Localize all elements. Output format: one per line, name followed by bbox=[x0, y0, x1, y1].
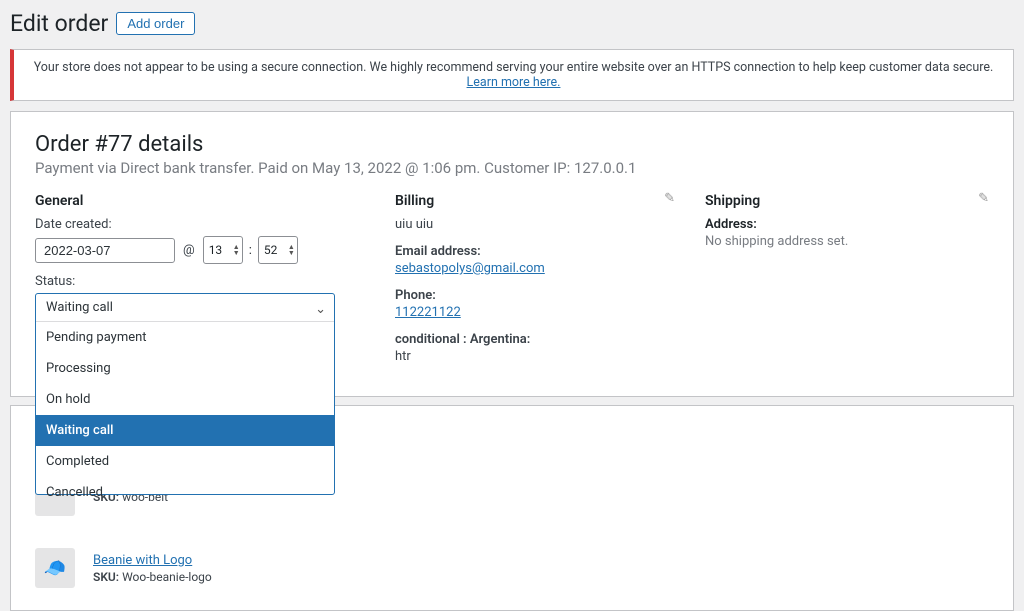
edit-shipping-icon[interactable]: ✎ bbox=[978, 191, 989, 206]
order-item-row: 🧢 Beanie with Logo SKU: Woo-beanie-logo bbox=[35, 538, 989, 592]
date-created-label: Date created: bbox=[35, 217, 365, 232]
date-created-input[interactable] bbox=[35, 238, 175, 263]
order-title: Order #77 details bbox=[35, 132, 989, 157]
shipping-address-value: No shipping address set. bbox=[705, 234, 848, 249]
product-name-link[interactable]: Beanie with Logo bbox=[93, 553, 212, 568]
billing-email-label: Email address: bbox=[395, 244, 675, 259]
minute-stepper[interactable]: 52 ▲▼ bbox=[258, 236, 298, 264]
order-panel: Order #77 details Payment via Direct ban… bbox=[10, 111, 1014, 397]
billing-phone-link[interactable]: 112221122 bbox=[395, 305, 461, 320]
status-select-head[interactable]: Waiting call ⌄ bbox=[36, 294, 334, 322]
chevron-down-icon: ⌄ bbox=[315, 302, 326, 317]
status-option-completed[interactable]: Completed bbox=[36, 446, 334, 477]
status-label: Status: bbox=[35, 274, 365, 289]
add-order-button[interactable]: Add order bbox=[116, 12, 195, 35]
status-select[interactable]: Waiting call ⌄ Pending payment Processin… bbox=[35, 293, 335, 495]
at-symbol: @ bbox=[179, 243, 199, 258]
status-option-cancelled[interactable]: Cancelled bbox=[36, 477, 334, 500]
billing-phone-label: Phone: bbox=[395, 288, 675, 303]
security-notice: Your store does not appear to be using a… bbox=[10, 49, 1014, 101]
status-option-processing[interactable]: Processing bbox=[36, 353, 334, 384]
hour-stepper[interactable]: 13 ▲▼ bbox=[203, 236, 243, 264]
billing-conditional-value: htr bbox=[395, 349, 411, 364]
notice-text: Your store does not appear to be using a… bbox=[34, 60, 994, 75]
billing-section-title: Billing bbox=[395, 193, 675, 209]
order-subhead: Payment via Direct bank transfer. Paid o… bbox=[35, 159, 989, 177]
minute-spinner-icon[interactable]: ▲▼ bbox=[288, 244, 297, 256]
shipping-address-label: Address: bbox=[705, 217, 989, 232]
time-colon: : bbox=[247, 243, 254, 258]
status-option-waitingcall[interactable]: Waiting call bbox=[36, 415, 334, 446]
billing-conditional-label: conditional : Argentina: bbox=[395, 332, 675, 347]
general-section-title: General bbox=[35, 193, 365, 209]
page-title: Edit order bbox=[10, 10, 108, 37]
billing-name: uiu uiu bbox=[395, 217, 675, 232]
shipping-section-title: Shipping bbox=[705, 193, 989, 209]
product-thumbnail: 🧢 bbox=[35, 548, 75, 588]
status-option-onhold[interactable]: On hold bbox=[36, 384, 334, 415]
status-option-pending[interactable]: Pending payment bbox=[36, 322, 334, 353]
edit-billing-icon[interactable]: ✎ bbox=[664, 191, 675, 206]
hour-spinner-icon[interactable]: ▲▼ bbox=[233, 244, 242, 256]
product-sku: SKU: Woo-beanie-logo bbox=[93, 570, 212, 584]
notice-learn-more-link[interactable]: Learn more here. bbox=[467, 75, 561, 90]
billing-email-link[interactable]: sebastopolys@gmail.com bbox=[395, 261, 545, 276]
